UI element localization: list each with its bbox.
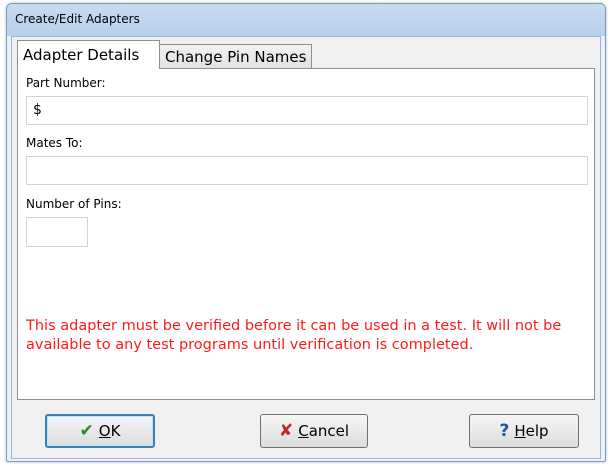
x-icon: ✘ — [278, 421, 294, 441]
verification-warning: This adapter must be verified before it … — [26, 318, 562, 353]
help-label-rest: elp — [525, 422, 549, 440]
dialog-client-area: Adapter Details Change Pin Names Part Nu… — [11, 36, 601, 459]
mates-to-input[interactable] — [26, 156, 588, 185]
adapter-dialog: Create/Edit Adapters Adapter Details Cha… — [6, 3, 606, 462]
question-icon: ? — [499, 421, 510, 441]
cancel-label-rest: ancel — [308, 422, 350, 440]
part-number-input[interactable]: $ — [26, 96, 588, 125]
check-icon: ✔ — [79, 421, 94, 441]
number-of-pins-label: Number of Pins: — [26, 197, 122, 211]
window-title: Create/Edit Adapters — [15, 12, 140, 26]
tab-adapter-details[interactable]: Adapter Details — [17, 40, 160, 69]
tab-change-pin-names[interactable]: Change Pin Names — [159, 44, 312, 69]
ok-label-rest: K — [110, 422, 121, 440]
help-button[interactable]: ? Help — [469, 414, 579, 448]
adapter-details-panel: Part Number: $ Mates To: Number of Pins:… — [17, 68, 595, 400]
ok-mnemonic: O — [98, 422, 111, 440]
help-mnemonic: H — [514, 422, 526, 440]
part-number-label: Part Number: — [26, 76, 106, 90]
cancel-button[interactable]: ✘ Cancel — [260, 414, 368, 448]
ok-button[interactable]: ✔ OK — [45, 414, 155, 448]
cancel-mnemonic: C — [298, 422, 309, 440]
number-of-pins-input[interactable] — [26, 217, 88, 247]
mates-to-label: Mates To: — [26, 136, 83, 150]
title-bar[interactable]: Create/Edit Adapters — [7, 4, 605, 36]
